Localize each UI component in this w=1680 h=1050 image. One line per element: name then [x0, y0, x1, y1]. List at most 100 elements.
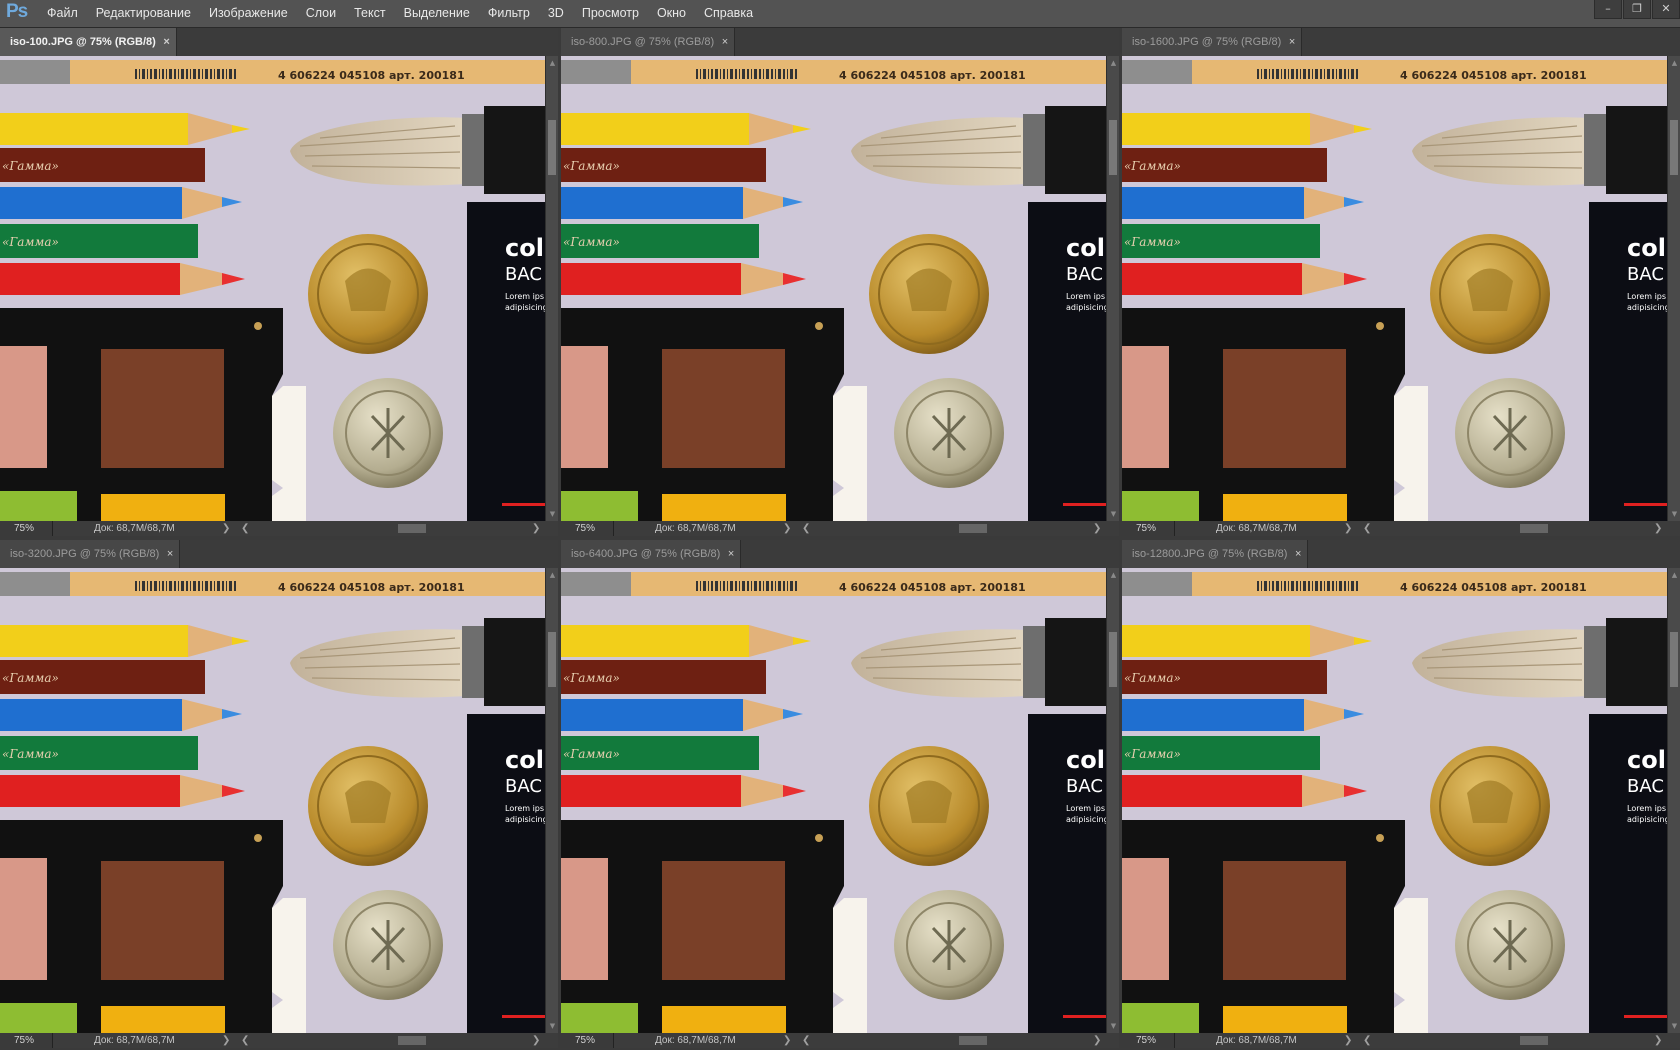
box-text-line: adipisicing	[505, 303, 545, 312]
pencil-print: 4 606224 045108 арт. 200181	[839, 581, 1026, 594]
box-text-line: adipisicing	[1627, 303, 1667, 312]
close-icon[interactable]: ×	[163, 28, 169, 56]
status-menu-arrow-icon[interactable]: ❯	[1344, 1033, 1352, 1048]
status-menu-arrow-icon[interactable]: ❯	[783, 521, 791, 536]
horizontal-scrollbar[interactable]	[797, 523, 1103, 534]
vertical-scrollbar[interactable]: ▲ ▼	[545, 56, 558, 521]
scroll-thumb[interactable]	[1109, 120, 1117, 175]
document-tab[interactable]: iso-3200.JPG @ 75% (RGB/8) ×	[0, 540, 181, 568]
scroll-up-icon[interactable]: ▲	[1668, 58, 1680, 68]
canvas[interactable]: 4 606224 045108 арт. 200181 col BAC Lore…	[561, 568, 1106, 1033]
scroll-down-icon[interactable]: ▼	[1668, 1021, 1680, 1031]
test-scene-photo: 4 606224 045108 арт. 200181 col BAC Lore…	[1122, 568, 1667, 1033]
menu-filter[interactable]: Фильтр	[479, 0, 539, 27]
menu-window[interactable]: Окно	[648, 0, 695, 27]
close-icon[interactable]: ×	[722, 28, 728, 56]
canvas[interactable]: 4 606224 045108 арт. 200181 col BAC Lore…	[1122, 568, 1667, 1033]
menu-help[interactable]: Справка	[695, 0, 762, 27]
status-menu-arrow-icon[interactable]: ❯	[222, 1033, 230, 1048]
scroll-thumb[interactable]	[1520, 524, 1548, 533]
document-tab[interactable]: iso-12800.JPG @ 75% (RGB/8) ×	[1122, 540, 1309, 568]
vertical-scrollbar[interactable]: ▲ ▼	[1667, 568, 1680, 1033]
scroll-thumb[interactable]	[959, 524, 987, 533]
vertical-scrollbar[interactable]: ▲ ▼	[1667, 56, 1680, 521]
horizontal-scrollbar[interactable]	[236, 1035, 542, 1046]
zoom-field[interactable]: 75%	[1122, 1033, 1175, 1048]
status-menu-arrow-icon[interactable]: ❯	[783, 1033, 791, 1048]
close-icon[interactable]: ×	[728, 540, 734, 568]
scroll-up-icon[interactable]: ▲	[546, 58, 558, 68]
menu-select[interactable]: Выделение	[395, 0, 479, 27]
scroll-down-icon[interactable]: ▼	[546, 1021, 558, 1031]
pencil-ferrule	[561, 572, 631, 596]
document-window: iso-12800.JPG @ 75% (RGB/8) × 4 606224 0	[1122, 540, 1680, 1048]
horizontal-scrollbar[interactable]	[797, 1035, 1103, 1046]
status-menu-arrow-icon[interactable]: ❯	[222, 521, 230, 536]
scroll-right-icon[interactable]: ❯	[532, 521, 540, 536]
minimize-icon[interactable]: –	[1594, 0, 1622, 19]
menu-image[interactable]: Изображение	[200, 0, 297, 27]
status-bar: 75% Док: 68,7M/68,7M ❯ ❮ ❯	[561, 1033, 1119, 1048]
vertical-scrollbar[interactable]: ▲ ▼	[1106, 56, 1119, 521]
scroll-up-icon[interactable]: ▲	[546, 570, 558, 580]
zoom-field[interactable]: 75%	[0, 1033, 53, 1048]
scroll-down-icon[interactable]: ▼	[1107, 509, 1119, 519]
zoom-field[interactable]: 75%	[1122, 521, 1175, 536]
zoom-field[interactable]: 75%	[0, 521, 53, 536]
scroll-up-icon[interactable]: ▲	[1107, 58, 1119, 68]
document-tab[interactable]: iso-800.JPG @ 75% (RGB/8) ×	[561, 28, 736, 56]
horizontal-scrollbar[interactable]	[1358, 523, 1664, 534]
scroll-right-icon[interactable]: ❯	[532, 1033, 540, 1048]
scroll-down-icon[interactable]: ▼	[1107, 1021, 1119, 1031]
pencil-brown: «Гамма»	[0, 148, 205, 182]
canvas[interactable]: 4 606224 045108 арт. 200181 col BAC Lore…	[0, 56, 545, 521]
close-window-icon[interactable]: ✕	[1652, 0, 1680, 19]
menu-3d[interactable]: 3D	[539, 0, 573, 27]
canvas[interactable]: 4 606224 045108 арт. 200181 col BAC Lore…	[1122, 56, 1667, 521]
scroll-thumb[interactable]	[398, 1036, 426, 1045]
scroll-right-icon[interactable]: ❯	[1093, 521, 1101, 536]
vertical-scrollbar[interactable]: ▲ ▼	[1106, 568, 1119, 1033]
zoom-field[interactable]: 75%	[561, 1033, 614, 1048]
scroll-down-icon[interactable]: ▼	[1668, 509, 1680, 519]
scroll-thumb[interactable]	[548, 632, 556, 687]
canvas[interactable]: 4 606224 045108 арт. 200181 col BAC Lore…	[561, 56, 1106, 521]
menu-type[interactable]: Текст	[345, 0, 394, 27]
status-menu-arrow-icon[interactable]: ❯	[1344, 521, 1352, 536]
scroll-right-icon[interactable]: ❯	[1654, 521, 1662, 536]
close-icon[interactable]: ×	[1295, 540, 1301, 568]
scroll-thumb[interactable]	[1109, 632, 1117, 687]
box-subtitle: BAC	[1627, 776, 1664, 797]
box-red-line	[1063, 1015, 1106, 1018]
restore-icon[interactable]: ❐	[1623, 0, 1651, 19]
menu-layers[interactable]: Слои	[297, 0, 345, 27]
document-tab[interactable]: iso-6400.JPG @ 75% (RGB/8) ×	[561, 540, 742, 568]
scroll-thumb[interactable]	[1520, 1036, 1548, 1045]
scroll-up-icon[interactable]: ▲	[1668, 570, 1680, 580]
menu-edit[interactable]: Редактирование	[87, 0, 200, 27]
box-text-line: adipisicing	[1627, 815, 1667, 824]
horizontal-scrollbar[interactable]	[236, 523, 542, 534]
scroll-thumb[interactable]	[548, 120, 556, 175]
zoom-field[interactable]: 75%	[561, 521, 614, 536]
scroll-right-icon[interactable]: ❯	[1654, 1033, 1662, 1048]
close-icon[interactable]: ×	[167, 540, 173, 568]
scroll-right-icon[interactable]: ❯	[1093, 1033, 1101, 1048]
swatch-green	[0, 1003, 77, 1033]
document-tab[interactable]: iso-100.JPG @ 75% (RGB/8) ×	[0, 28, 177, 56]
scroll-thumb[interactable]	[1670, 120, 1678, 175]
canvas[interactable]: 4 606224 045108 арт. 200181 col BAC Lore…	[0, 568, 545, 1033]
scroll-thumb[interactable]	[959, 1036, 987, 1045]
scroll-up-icon[interactable]: ▲	[1107, 570, 1119, 580]
box-text-line: Lorem ips	[505, 804, 544, 813]
scroll-down-icon[interactable]: ▼	[546, 509, 558, 519]
close-icon[interactable]: ×	[1289, 28, 1295, 56]
menu-view[interactable]: Просмотр	[573, 0, 648, 27]
scroll-thumb[interactable]	[398, 524, 426, 533]
swatch-orange	[101, 1006, 225, 1033]
horizontal-scrollbar[interactable]	[1358, 1035, 1664, 1046]
scroll-thumb[interactable]	[1670, 632, 1678, 687]
document-tab[interactable]: iso-1600.JPG @ 75% (RGB/8) ×	[1122, 28, 1303, 56]
menu-file[interactable]: Файл	[38, 0, 87, 27]
vertical-scrollbar[interactable]: ▲ ▼	[545, 568, 558, 1033]
